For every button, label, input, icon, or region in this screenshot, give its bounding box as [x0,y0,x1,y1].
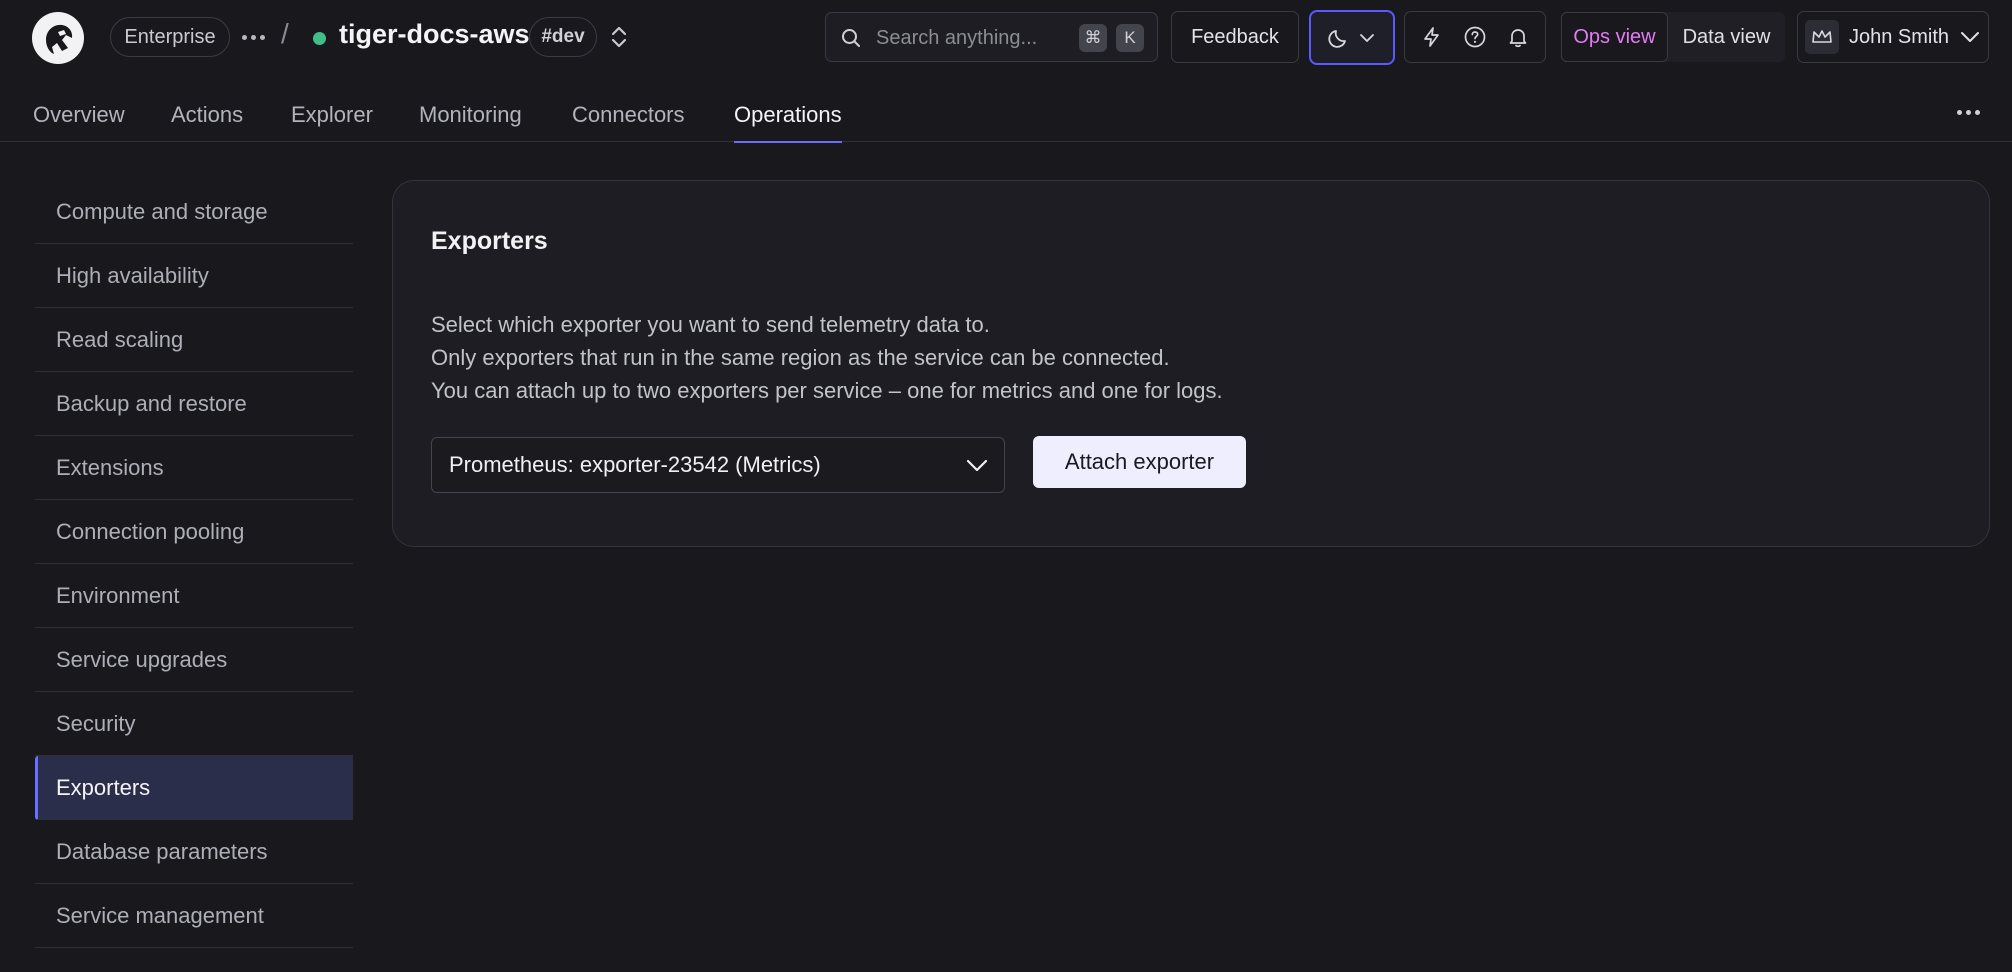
tab-explorer[interactable]: Explorer [291,102,373,142]
tab-overview[interactable]: Overview [33,102,125,142]
exporter-select-value: Prometheus: exporter-23542 (Metrics) [449,452,821,477]
tab-monitoring[interactable]: Monitoring [419,102,522,142]
ops-view-button[interactable]: Ops view [1561,12,1668,62]
tab-actions[interactable]: Actions [171,102,243,142]
service-name[interactable]: tiger-docs-aws [339,19,530,50]
sidebar-item-connection-pooling[interactable]: Connection pooling [35,500,353,564]
sidebar-item-backup-and-restore[interactable]: Backup and restore [35,372,353,436]
theme-toggle-button[interactable] [1309,10,1395,65]
sidebar-item-read-scaling[interactable]: Read scaling [35,308,353,372]
sidebar-item-service-upgrades[interactable]: Service upgrades [35,628,353,692]
chevron-down-icon [1358,32,1376,44]
user-menu-button[interactable]: John Smith [1797,11,1989,63]
search-icon [840,27,862,49]
feedback-button[interactable]: Feedback [1171,11,1299,63]
top-bar: Enterprise / tiger-docs-aws #dev Search … [0,0,2012,74]
shortcut-command-key: ⌘ [1079,24,1107,52]
project-more-icon[interactable] [238,24,268,50]
service-status-indicator [313,32,326,45]
sidebar-item-high-availability[interactable]: High availability [35,244,353,308]
attach-exporter-button[interactable]: Attach exporter [1033,436,1246,488]
help-icon[interactable] [1463,25,1487,49]
search-input[interactable]: Search anything... ⌘ K [825,12,1158,62]
moon-icon [1328,27,1350,49]
sidebar-item-exporters[interactable]: Exporters [35,756,353,820]
panel-title: Exporters [431,227,548,255]
view-toggle: Ops view Data view [1561,12,1785,62]
quick-actions-group [1404,11,1546,63]
sidebar-item-environment[interactable]: Environment [35,564,353,628]
search-placeholder: Search anything... [876,27,1038,49]
breadcrumb-separator: / [281,18,289,49]
sidebar-item-database-parameters[interactable]: Database parameters [35,820,353,884]
tabs-more-icon[interactable] [1957,110,1980,115]
environment-badge[interactable]: #dev [529,17,597,57]
sidebar-item-security[interactable]: Security [35,692,353,756]
tiger-logo-icon[interactable] [32,12,84,64]
enterprise-badge[interactable]: Enterprise [110,17,230,57]
tab-operations[interactable]: Operations [734,102,842,143]
chevron-down-icon [1959,30,1981,44]
lightning-icon[interactable] [1420,25,1444,49]
exporter-select[interactable]: Prometheus: exporter-23542 (Metrics) [431,437,1005,493]
crown-icon [1804,20,1839,54]
sidebar-item-service-management[interactable]: Service management [35,884,353,948]
description-line: Only exporters that run in the same regi… [431,345,1170,370]
sidebar-item-compute-and-storage[interactable]: Compute and storage [35,180,353,244]
user-name: John Smith [1848,25,1950,48]
bell-icon[interactable] [1506,25,1530,49]
tab-connectors[interactable]: Connectors [572,102,685,142]
service-switcher-icon[interactable] [608,24,630,50]
exporters-panel: Exporters Select which exporter you want… [392,180,1990,547]
description-line: You can attach up to two exporters per s… [431,378,1223,403]
main-tabs: Overview Actions Explorer Monitoring Con… [0,94,2012,143]
shortcut-k-key: K [1116,24,1144,52]
sidebar-item-extensions[interactable]: Extensions [35,436,353,500]
description-line: Select which exporter you want to send t… [431,312,990,337]
operations-sidebar: Compute and storage High availability Re… [35,180,353,948]
data-view-button[interactable]: Data view [1668,12,1785,62]
chevron-down-icon [964,454,990,478]
